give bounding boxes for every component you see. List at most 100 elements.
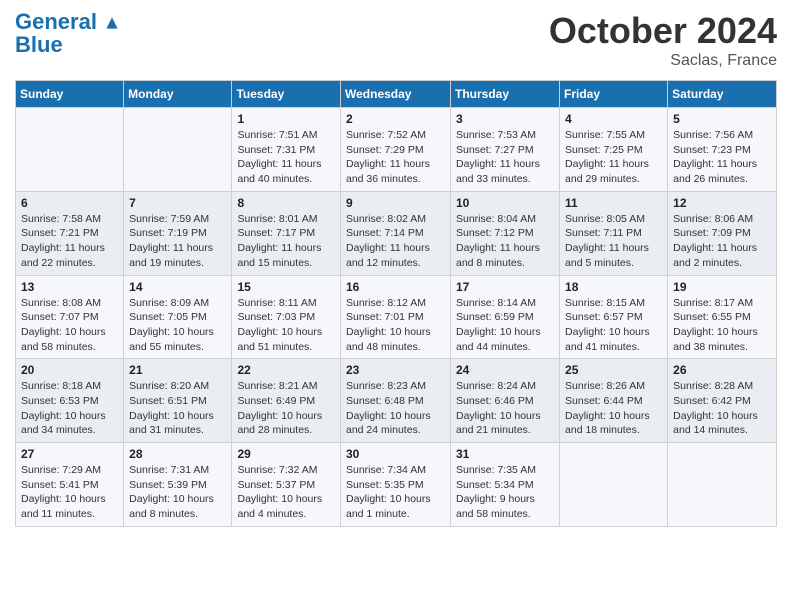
calendar-table: SundayMondayTuesdayWednesdayThursdayFrid… xyxy=(15,80,777,527)
calendar-cell xyxy=(560,443,668,527)
day-number: 19 xyxy=(673,280,771,294)
day-number: 18 xyxy=(565,280,662,294)
cell-content: Sunrise: 8:18 AMSunset: 6:53 PMDaylight:… xyxy=(21,379,118,438)
day-number: 27 xyxy=(21,447,118,461)
cell-content: Sunrise: 8:23 AMSunset: 6:48 PMDaylight:… xyxy=(346,379,445,438)
day-number: 28 xyxy=(129,447,226,461)
header: General Blue October 2024 Saclas, France xyxy=(15,10,777,70)
calendar-header-row: SundayMondayTuesdayWednesdayThursdayFrid… xyxy=(16,81,777,108)
calendar-cell xyxy=(124,108,232,192)
calendar-cell: 24 Sunrise: 8:24 AMSunset: 6:46 PMDayligh… xyxy=(451,359,560,443)
week-row-5: 27Sunrise: 7:29 AMSunset: 5:41 PMDayligh… xyxy=(16,443,777,527)
cell-content: Sunrise: 8:06 AMSunset: 7:09 PMDaylight:… xyxy=(673,212,771,271)
calendar-cell: 29 Sunrise: 7:32 AMSunset: 5:37 PMDayligh… xyxy=(232,443,341,527)
day-number: 31 xyxy=(456,447,554,461)
cell-content: Sunrise: 8:01 AMSunset: 7:17 PMDaylight:… xyxy=(237,212,335,271)
cell-content: Sunrise: 7:52 AMSunset: 7:29 PMDaylight:… xyxy=(346,128,445,187)
cell-content: Sunrise: 8:08 AMSunset: 7:07 PMDaylight:… xyxy=(21,296,118,355)
cell-content: Sunrise: 7:34 AMSunset: 5:35 PMDaylight:… xyxy=(346,463,445,522)
cell-content: Sunrise: 7:55 AMSunset: 7:25 PMDaylight:… xyxy=(565,128,662,187)
cell-content: Sunrise: 8:12 AMSunset: 7:01 PMDaylight:… xyxy=(346,296,445,355)
logo-blue: Blue xyxy=(15,32,63,58)
cell-content: Sunrise: 8:26 AMSunset: 6:44 PMDaylight:… xyxy=(565,379,662,438)
day-number: 14 xyxy=(129,280,226,294)
weekday-header-saturday: Saturday xyxy=(668,81,777,108)
calendar-cell: 23 Sunrise: 8:23 AMSunset: 6:48 PMDayligh… xyxy=(341,359,451,443)
day-number: 22 xyxy=(237,363,335,377)
day-number: 10 xyxy=(456,196,554,210)
week-row-1: 1 Sunrise: 7:51 AMSunset: 7:31 PMDaylight… xyxy=(16,108,777,192)
calendar-cell: 3 Sunrise: 7:53 AMSunset: 7:27 PMDaylight… xyxy=(451,108,560,192)
location-title: Saclas, France xyxy=(549,52,777,70)
calendar-cell: 14 Sunrise: 8:09 AMSunset: 7:05 PMDayligh… xyxy=(124,275,232,359)
logo: General Blue xyxy=(15,10,119,58)
weekday-header-friday: Friday xyxy=(560,81,668,108)
week-row-2: 6 Sunrise: 7:58 AMSunset: 7:21 PMDaylight… xyxy=(16,191,777,275)
day-number: 8 xyxy=(237,196,335,210)
day-number: 11 xyxy=(565,196,662,210)
cell-content: Sunrise: 8:04 AMSunset: 7:12 PMDaylight:… xyxy=(456,212,554,271)
day-number: 29 xyxy=(237,447,335,461)
weekday-header-tuesday: Tuesday xyxy=(232,81,341,108)
day-number: 12 xyxy=(673,196,771,210)
logo-icon xyxy=(105,16,119,30)
day-number: 25 xyxy=(565,363,662,377)
day-number: 3 xyxy=(456,112,554,126)
cell-content: Sunrise: 8:09 AMSunset: 7:05 PMDaylight:… xyxy=(129,296,226,355)
day-number: 24 xyxy=(456,363,554,377)
cell-content: Sunrise: 8:15 AMSunset: 6:57 PMDaylight:… xyxy=(565,296,662,355)
day-number: 6 xyxy=(21,196,118,210)
day-number: 16 xyxy=(346,280,445,294)
calendar-cell: 26Sunrise: 8:28 AMSunset: 6:42 PMDayligh… xyxy=(668,359,777,443)
weekday-header-thursday: Thursday xyxy=(451,81,560,108)
calendar-cell: 17 Sunrise: 8:14 AMSunset: 6:59 PMDayligh… xyxy=(451,275,560,359)
cell-content: Sunrise: 8:02 AMSunset: 7:14 PMDaylight:… xyxy=(346,212,445,271)
day-number: 21 xyxy=(129,363,226,377)
month-title: October 2024 xyxy=(549,10,777,52)
day-number: 17 xyxy=(456,280,554,294)
logo-text: General xyxy=(15,10,119,34)
cell-content: Sunrise: 7:59 AMSunset: 7:19 PMDaylight:… xyxy=(129,212,226,271)
day-number: 4 xyxy=(565,112,662,126)
day-number: 13 xyxy=(21,280,118,294)
day-number: 1 xyxy=(237,112,335,126)
cell-content: Sunrise: 7:32 AMSunset: 5:37 PMDaylight:… xyxy=(237,463,335,522)
cell-content: Sunrise: 8:24 AMSunset: 6:46 PMDaylight:… xyxy=(456,379,554,438)
calendar-cell: 10 Sunrise: 8:04 AMSunset: 7:12 PMDayligh… xyxy=(451,191,560,275)
day-number: 30 xyxy=(346,447,445,461)
weekday-header-monday: Monday xyxy=(124,81,232,108)
cell-content: Sunrise: 7:51 AMSunset: 7:31 PMDaylight:… xyxy=(237,128,335,187)
cell-content: Sunrise: 7:58 AMSunset: 7:21 PMDaylight:… xyxy=(21,212,118,271)
day-number: 7 xyxy=(129,196,226,210)
cell-content: Sunrise: 7:31 AMSunset: 5:39 PMDaylight:… xyxy=(129,463,226,522)
calendar-cell: 20Sunrise: 8:18 AMSunset: 6:53 PMDayligh… xyxy=(16,359,124,443)
calendar-cell: 25 Sunrise: 8:26 AMSunset: 6:44 PMDayligh… xyxy=(560,359,668,443)
week-row-4: 20Sunrise: 8:18 AMSunset: 6:53 PMDayligh… xyxy=(16,359,777,443)
calendar-cell: 30 Sunrise: 7:34 AMSunset: 5:35 PMDayligh… xyxy=(341,443,451,527)
cell-content: Sunrise: 8:14 AMSunset: 6:59 PMDaylight:… xyxy=(456,296,554,355)
calendar-cell: 6 Sunrise: 7:58 AMSunset: 7:21 PMDaylight… xyxy=(16,191,124,275)
day-number: 26 xyxy=(673,363,771,377)
calendar-cell: 4 Sunrise: 7:55 AMSunset: 7:25 PMDaylight… xyxy=(560,108,668,192)
calendar-cell: 1 Sunrise: 7:51 AMSunset: 7:31 PMDaylight… xyxy=(232,108,341,192)
calendar-cell: 19Sunrise: 8:17 AMSunset: 6:55 PMDayligh… xyxy=(668,275,777,359)
calendar-cell: 11 Sunrise: 8:05 AMSunset: 7:11 PMDayligh… xyxy=(560,191,668,275)
calendar-cell: 22 Sunrise: 8:21 AMSunset: 6:49 PMDayligh… xyxy=(232,359,341,443)
day-number: 23 xyxy=(346,363,445,377)
calendar-cell: 15Sunrise: 8:11 AMSunset: 7:03 PMDayligh… xyxy=(232,275,341,359)
weekday-header-sunday: Sunday xyxy=(16,81,124,108)
calendar-cell: 27Sunrise: 7:29 AMSunset: 5:41 PMDayligh… xyxy=(16,443,124,527)
calendar-body: 1 Sunrise: 7:51 AMSunset: 7:31 PMDaylight… xyxy=(16,108,777,527)
calendar-cell: 9 Sunrise: 8:02 AMSunset: 7:14 PMDaylight… xyxy=(341,191,451,275)
day-number: 9 xyxy=(346,196,445,210)
calendar-cell: 2Sunrise: 7:52 AMSunset: 7:29 PMDaylight… xyxy=(341,108,451,192)
cell-content: Sunrise: 8:21 AMSunset: 6:49 PMDaylight:… xyxy=(237,379,335,438)
cell-content: Sunrise: 8:05 AMSunset: 7:11 PMDaylight:… xyxy=(565,212,662,271)
calendar-cell xyxy=(668,443,777,527)
day-number: 5 xyxy=(673,112,771,126)
week-row-3: 13 Sunrise: 8:08 AMSunset: 7:07 PMDayligh… xyxy=(16,275,777,359)
calendar-cell: 21Sunrise: 8:20 AMSunset: 6:51 PMDayligh… xyxy=(124,359,232,443)
calendar-cell: 12 Sunrise: 8:06 AMSunset: 7:09 PMDayligh… xyxy=(668,191,777,275)
cell-content: Sunrise: 7:53 AMSunset: 7:27 PMDaylight:… xyxy=(456,128,554,187)
calendar-cell: 7 Sunrise: 7:59 AMSunset: 7:19 PMDaylight… xyxy=(124,191,232,275)
